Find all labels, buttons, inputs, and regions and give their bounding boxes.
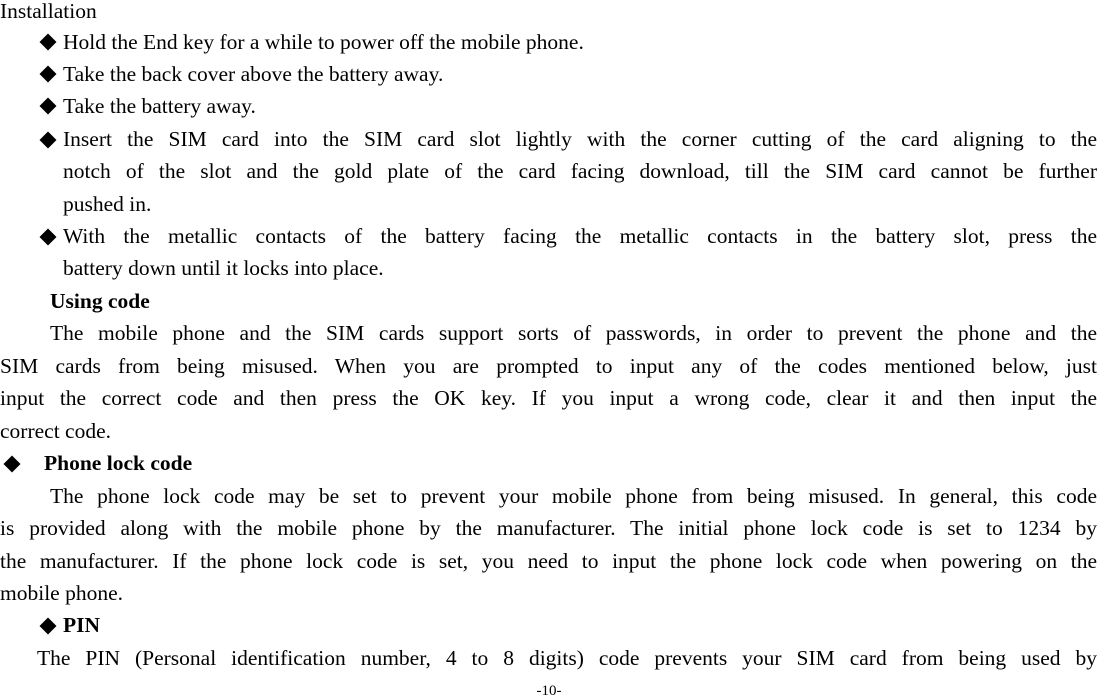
phone-lock-code-paragraph-line-3: the manufacturer. If the phone lock code…	[0, 549, 1097, 573]
using-code-heading: Using code	[50, 289, 150, 313]
page-number: -10-	[536, 683, 562, 699]
installation-step-1: Hold the End key for a while to power of…	[63, 30, 584, 54]
installation-step-4-line-1: Insert the SIM card into the SIM card sl…	[63, 127, 1097, 151]
installation-step-3: Take the battery away.	[63, 94, 256, 118]
section-title: Installation	[0, 0, 97, 23]
bullet-diamond-icon	[39, 131, 57, 149]
bullet-diamond-icon	[3, 455, 21, 473]
installation-step-2: Take the back cover above the battery aw…	[63, 62, 444, 86]
pin-paragraph-line-1: The PIN (Personal identification number,…	[37, 646, 1097, 670]
bullet-diamond-icon	[39, 97, 57, 115]
installation-step-4-line-2: notch of the slot and the gold plate of …	[63, 159, 1097, 183]
bullet-diamond-icon	[39, 617, 57, 635]
using-code-paragraph-line-3: input the correct code and then press th…	[0, 386, 1097, 410]
pin-heading: PIN	[63, 613, 101, 637]
bullet-diamond-icon	[39, 228, 57, 246]
installation-step-5-line-1: With the metallic contacts of the batter…	[63, 224, 1097, 248]
bullet-diamond-icon	[39, 65, 57, 83]
phone-lock-code-paragraph-line-2: is provided along with the mobile phone …	[0, 516, 1097, 540]
installation-step-5-line-2: battery down until it locks into place.	[63, 256, 384, 280]
using-code-paragraph-line-1: The mobile phone and the SIM cards suppo…	[50, 321, 1097, 345]
phone-lock-code-paragraph-line-1: The phone lock code may be set to preven…	[50, 484, 1097, 508]
bullet-diamond-icon	[39, 33, 57, 51]
phone-lock-code-heading: Phone lock code	[44, 451, 193, 475]
using-code-paragraph-line-4: correct code.	[0, 419, 112, 443]
using-code-paragraph-line-2: SIM cards from being misused. When you a…	[0, 354, 1097, 378]
phone-lock-code-paragraph-line-4: mobile phone.	[0, 581, 124, 605]
installation-step-4-line-3: pushed in.	[63, 192, 152, 216]
